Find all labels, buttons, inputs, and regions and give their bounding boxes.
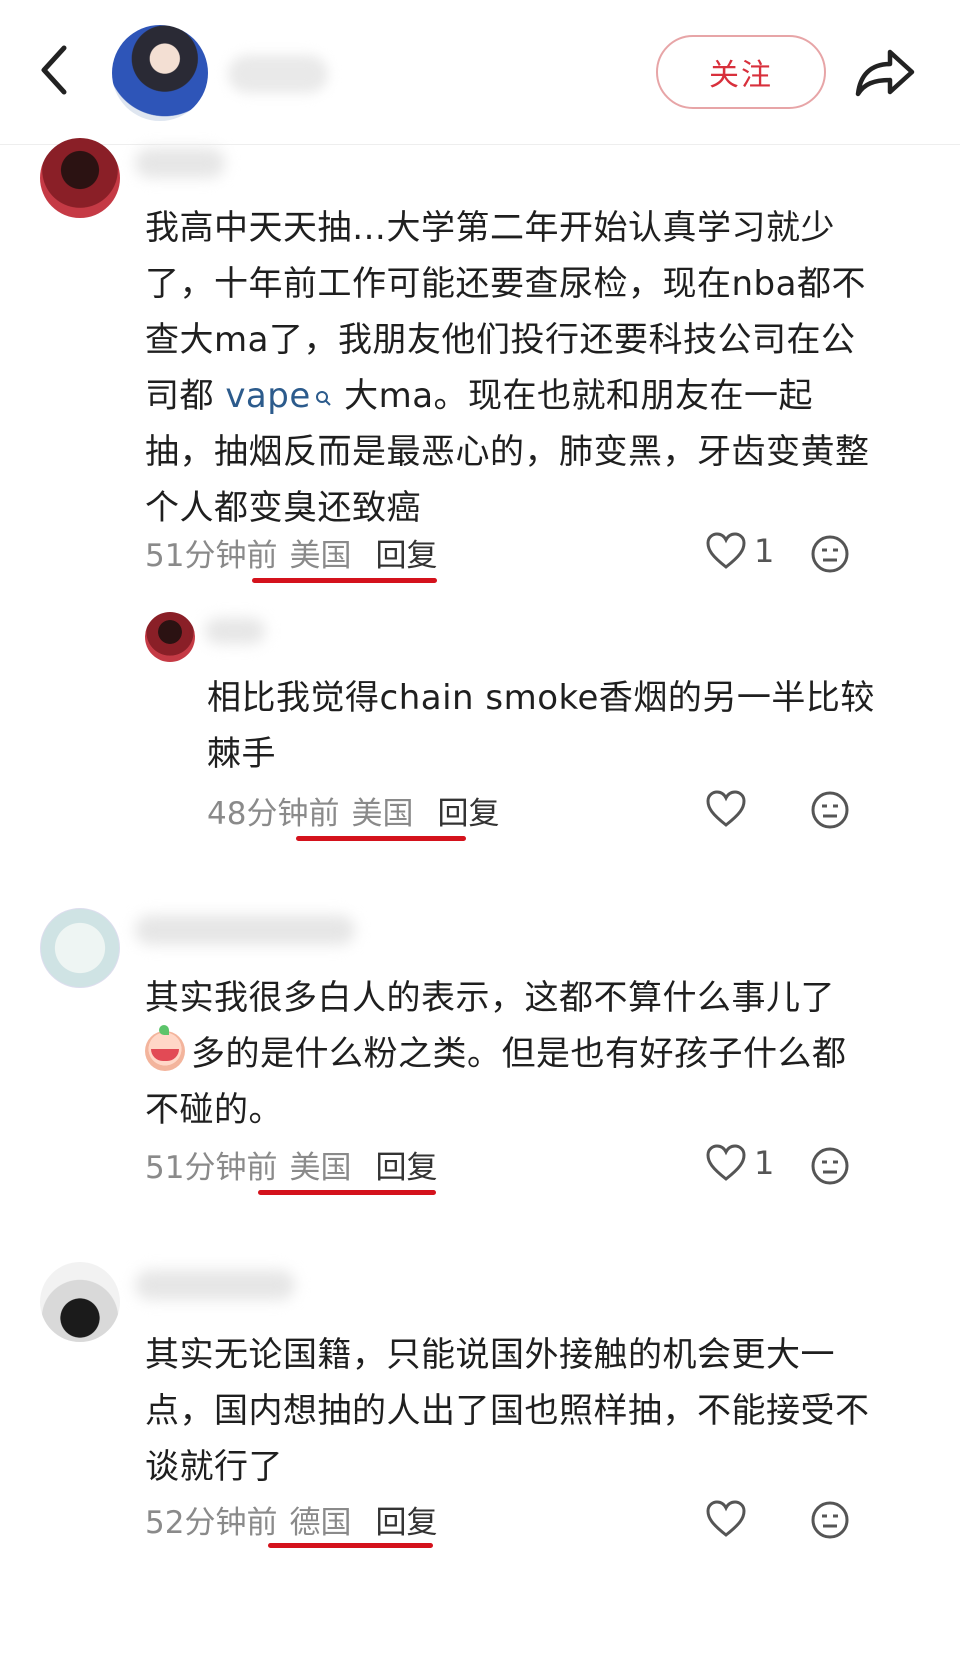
commenter-name-blurred <box>135 148 225 178</box>
heart-icon <box>706 532 746 569</box>
back-arrow-icon <box>41 45 67 95</box>
comment-text-part: 其实我很多白人的表示，这都不算什么事儿了 <box>145 978 835 1018</box>
red-underline-annotation <box>296 836 466 841</box>
reply-button[interactable]: 回复 <box>375 1142 437 1187</box>
face-icon[interactable] <box>810 534 850 574</box>
search-link[interactable]: vape <box>225 376 332 416</box>
comment-text: 其实我很多白人的表示，这都不算什么事儿了多的是什么粉之类。但是也有好孩子什么都不… <box>145 970 875 1138</box>
heart-icon <box>706 1500 746 1537</box>
commenter-avatar[interactable] <box>40 1262 120 1342</box>
commenter-name-blurred <box>205 618 265 644</box>
red-underline-annotation <box>252 578 437 583</box>
commenter-name-blurred <box>135 1270 295 1300</box>
search-icon <box>315 391 331 406</box>
comment-text: 相比我觉得chain smoke香烟的另一半比较棘手 <box>207 678 875 774</box>
heart-icon <box>706 1144 746 1181</box>
comment-text: 我高中天天抽…大学第二年开始认真学习就少了，十年前工作可能还要查尿检，现在nba… <box>145 200 875 536</box>
heart-icon <box>706 790 746 827</box>
comment-text: 其实无论国籍，只能说国外接触的机会更大一点，国内想抽的人出了国也照样抽，不能接受… <box>145 1335 870 1487</box>
comment-time: 51分钟前 <box>145 1149 278 1186</box>
commenter-avatar[interactable] <box>145 612 195 662</box>
comment-meta: 51分钟前 美国 回复 <box>145 530 437 574</box>
like-count: 1 <box>754 532 775 570</box>
search-link-label: vape <box>225 376 311 416</box>
comment-location: 德国 <box>289 1504 352 1541</box>
like-count: 1 <box>754 1144 775 1182</box>
comment-meta: 48分钟前 美国 回复 <box>207 788 499 832</box>
crying-emoji-icon <box>145 1025 185 1071</box>
share-button[interactable] <box>852 40 918 106</box>
comment-time: 51分钟前 <box>145 537 278 574</box>
face-icon[interactable] <box>810 1500 850 1540</box>
reply-button[interactable]: 回复 <box>375 530 437 575</box>
like-button[interactable] <box>706 790 754 828</box>
like-button[interactable]: 1 <box>706 532 774 570</box>
commenter-avatar[interactable] <box>40 138 120 218</box>
comment-location: 美国 <box>289 1149 352 1186</box>
comment-text-part: 多的是什么粉之类。但是也有好孩子什么都不碰的。 <box>145 1034 847 1130</box>
comment-location: 美国 <box>351 795 414 832</box>
reply-button[interactable]: 回复 <box>375 1497 437 1542</box>
like-button[interactable] <box>706 1500 754 1538</box>
reply-button[interactable]: 回复 <box>437 788 499 833</box>
follow-button[interactable]: 关注 <box>656 35 826 109</box>
red-underline-annotation <box>268 1543 433 1548</box>
commenter-name-blurred <box>135 915 355 945</box>
author-name-blurred <box>228 55 328 93</box>
like-button[interactable]: 1 <box>706 1144 774 1182</box>
face-icon[interactable] <box>810 790 850 830</box>
comment-time: 52分钟前 <box>145 1504 278 1541</box>
comment-location: 美国 <box>289 537 352 574</box>
face-icon[interactable] <box>810 1146 850 1186</box>
top-bar: 关注 <box>0 0 960 145</box>
author-avatar[interactable] <box>112 25 208 121</box>
commenter-avatar[interactable] <box>40 908 120 988</box>
comment-meta: 52分钟前 德国 回复 <box>145 1497 437 1541</box>
share-icon <box>855 49 915 97</box>
comment-time: 48分钟前 <box>207 795 340 832</box>
comment-meta: 51分钟前 美国 回复 <box>145 1142 437 1186</box>
back-button[interactable] <box>30 38 78 102</box>
red-underline-annotation <box>258 1190 436 1195</box>
